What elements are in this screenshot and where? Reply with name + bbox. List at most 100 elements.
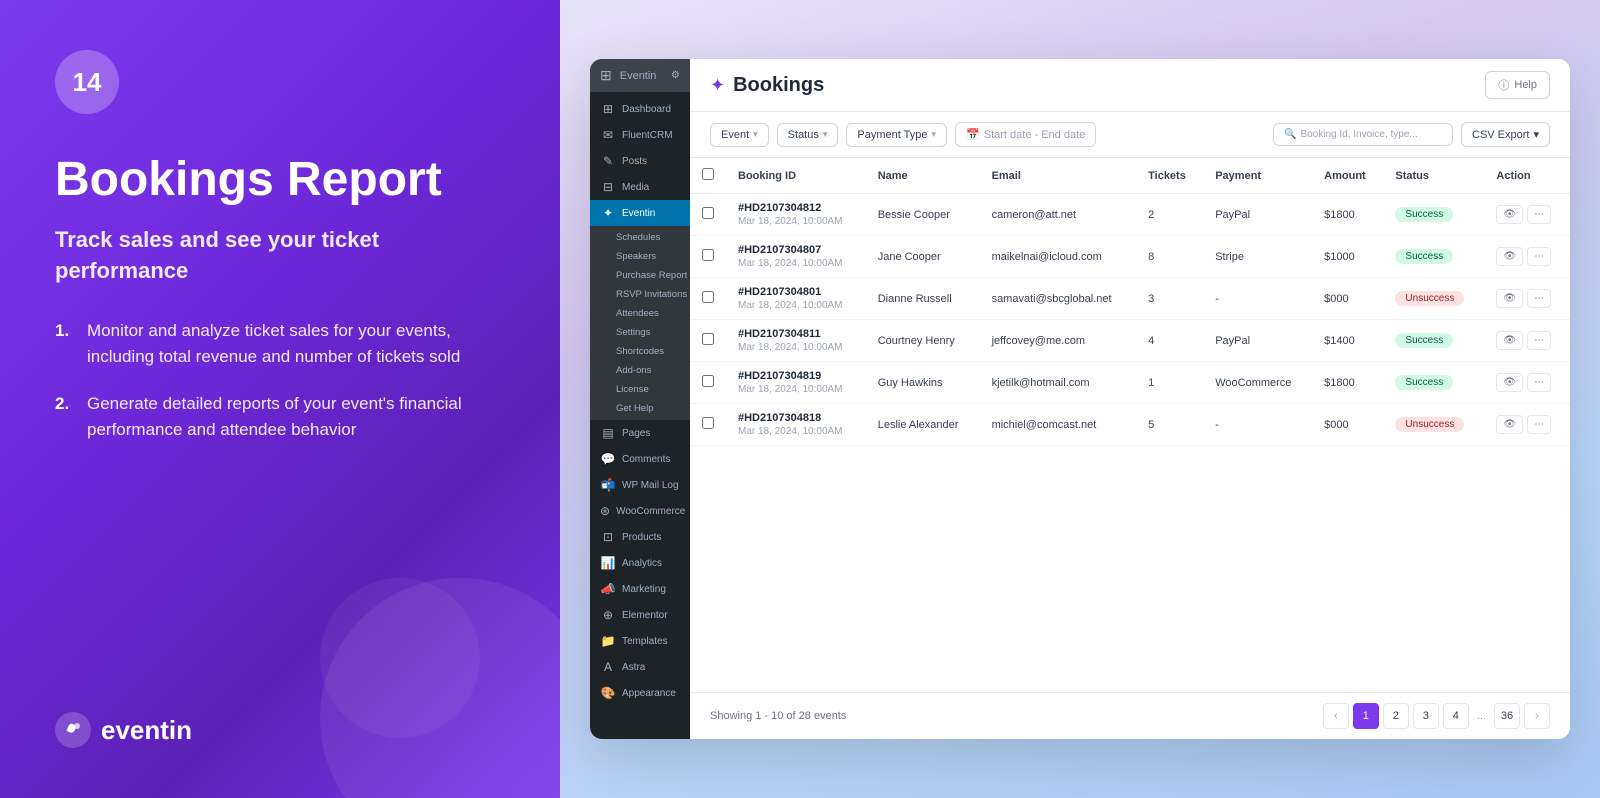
chevron-down-icon: ▾	[753, 129, 758, 140]
sidebar-item-dashboard[interactable]: ⊞ Dashboard	[590, 96, 690, 122]
submenu-purchase-report[interactable]: Purchase Report	[590, 266, 690, 285]
more-action-button[interactable]: ⋯	[1527, 247, 1551, 266]
row-checkbox[interactable]	[702, 207, 714, 219]
browser-window: ⊞ Eventin ⚙ ⊞ Dashboard ✉ FluentCRM ✎ Po…	[590, 59, 1570, 739]
row-checkbox[interactable]	[702, 291, 714, 303]
maillog-icon: 📬	[600, 478, 616, 492]
row-checkbox[interactable]	[702, 333, 714, 345]
view-action-button[interactable]: 👁	[1496, 247, 1523, 266]
sidebar-item-appearance[interactable]: 🎨 Appearance	[590, 680, 690, 706]
table-row: #HD2107304819 Mar 18, 2024, 10:00AM Guy …	[690, 362, 1570, 404]
row-checkbox[interactable]	[702, 417, 714, 429]
row-checkbox[interactable]	[702, 375, 714, 387]
search-placeholder: Booking Id, Invoice, type...	[1300, 129, 1417, 140]
submenu-schedules[interactable]: Schedules	[590, 228, 690, 247]
sidebar-item-label: Templates	[622, 636, 668, 647]
csv-export-button[interactable]: CSV Export ▾	[1461, 122, 1550, 147]
status-filter[interactable]: Status ▾	[777, 123, 839, 147]
sidebar-item-astra[interactable]: A Astra	[590, 654, 690, 680]
row-checkbox-cell	[690, 362, 726, 404]
more-action-button[interactable]: ⋯	[1527, 373, 1551, 392]
more-action-button[interactable]: ⋯	[1527, 331, 1551, 350]
left-panel: 14 Bookings Report Track sales and see y…	[0, 0, 560, 798]
page-3-button[interactable]: 3	[1413, 703, 1439, 729]
page-4-button[interactable]: 4	[1443, 703, 1469, 729]
sidebar-item-templates[interactable]: 📁 Templates	[590, 628, 690, 654]
prev-page-button[interactable]: ‹	[1323, 703, 1349, 729]
sidebar-item-pages[interactable]: ▤ Pages	[590, 420, 690, 446]
page-36-button[interactable]: 36	[1494, 703, 1520, 729]
row-email: samavati@sbcglobal.net	[980, 278, 1137, 320]
status-filter-label: Status	[788, 129, 819, 141]
sidebar-item-media[interactable]: ⊟ Media	[590, 174, 690, 200]
event-filter[interactable]: Event ▾	[710, 123, 769, 147]
more-action-button[interactable]: ⋯	[1527, 289, 1551, 308]
search-input-wrap[interactable]: 🔍 Booking Id, Invoice, type...	[1273, 123, 1453, 146]
main-title: Bookings Report	[55, 154, 505, 207]
page-1-button[interactable]: 1	[1353, 703, 1379, 729]
sidebar-item-label: Analytics	[622, 558, 662, 569]
sidebar-item-fluentcrm[interactable]: ✉ FluentCRM	[590, 122, 690, 148]
submenu-shortcodes[interactable]: Shortcodes	[590, 342, 690, 361]
payment-type-filter[interactable]: Payment Type ▾	[846, 123, 947, 147]
eventin-submenu: Schedules Speakers Purchase Report RSVP …	[590, 226, 690, 420]
view-action-button[interactable]: 👁	[1496, 415, 1523, 434]
sidebar-item-label: Astra	[622, 662, 645, 673]
submenu-gethelp[interactable]: Get Help	[590, 399, 690, 418]
row-amount: $1000	[1312, 236, 1383, 278]
select-all-header	[690, 158, 726, 194]
submenu-settings[interactable]: Settings	[590, 323, 690, 342]
view-action-button[interactable]: 👁	[1496, 373, 1523, 392]
view-action-button[interactable]: 👁	[1496, 331, 1523, 350]
sidebar-item-label: Appearance	[622, 688, 676, 699]
sidebar-item-label: Dashboard	[622, 104, 671, 115]
sidebar-item-products[interactable]: ⊡ Products	[590, 524, 690, 550]
submenu-license[interactable]: License	[590, 380, 690, 399]
select-all-checkbox[interactable]	[702, 168, 714, 180]
submenu-addons[interactable]: Add-ons	[590, 361, 690, 380]
more-action-button[interactable]: ⋯	[1527, 205, 1551, 224]
sidebar-item-eventin[interactable]: ✦ Eventin	[590, 200, 690, 226]
table-row: #HD2107304818 Mar 18, 2024, 10:00AM Lesl…	[690, 404, 1570, 446]
showing-text: Showing 1 - 10 of 28 events	[710, 710, 846, 722]
status-badge: Success	[1395, 207, 1453, 222]
sidebar-item-posts[interactable]: ✎ Posts	[590, 148, 690, 174]
row-action: 👁 ⋯	[1484, 236, 1570, 278]
row-payment: Stripe	[1203, 236, 1312, 278]
row-email: maikelnai@icloud.com	[980, 236, 1137, 278]
row-email: michiel@comcast.net	[980, 404, 1137, 446]
row-checkbox[interactable]	[702, 249, 714, 261]
sidebar-item-label: Marketing	[622, 584, 666, 595]
wp-sidebar: ⊞ Eventin ⚙ ⊞ Dashboard ✉ FluentCRM ✎ Po…	[590, 59, 690, 739]
view-action-button[interactable]: 👁	[1496, 205, 1523, 224]
chevron-down-icon: ▾	[1533, 128, 1539, 141]
pagination: ‹ 1 2 3 4 ... 36 ›	[1323, 703, 1550, 729]
submenu-speakers[interactable]: Speakers	[590, 247, 690, 266]
date-placeholder: Start date - End date	[984, 129, 1086, 141]
col-name: Name	[866, 158, 980, 194]
step-badge: 14	[55, 50, 119, 114]
sidebar-item-wpmaillog[interactable]: 📬 WP Mail Log	[590, 472, 690, 498]
submenu-rsvp[interactable]: RSVP Invitations	[590, 285, 690, 304]
comments-icon: 💬	[600, 452, 616, 466]
feature-item-1: Monitor and analyze ticket sales for you…	[55, 318, 505, 369]
row-tickets: 1	[1136, 362, 1203, 404]
row-name: Dianne Russell	[866, 278, 980, 320]
sidebar-item-label: WooCommerce	[616, 506, 685, 517]
submenu-attendees[interactable]: Attendees	[590, 304, 690, 323]
help-button[interactable]: ⓘ Help	[1485, 71, 1550, 99]
next-page-button[interactable]: ›	[1524, 703, 1550, 729]
row-amount: $000	[1312, 404, 1383, 446]
more-action-button[interactable]: ⋯	[1527, 415, 1551, 434]
brand-logo: eventin	[55, 712, 505, 748]
sidebar-item-comments[interactable]: 💬 Comments	[590, 446, 690, 472]
sidebar-item-woocommerce[interactable]: ⊛ WooCommerce	[590, 498, 690, 524]
view-action-button[interactable]: 👁	[1496, 289, 1523, 308]
sidebar-item-marketing[interactable]: 📣 Marketing	[590, 576, 690, 602]
page-2-button[interactable]: 2	[1383, 703, 1409, 729]
sidebar-item-elementor[interactable]: ⊕ Elementor	[590, 602, 690, 628]
table-container: Booking ID Name Email Tickets Payment Am…	[690, 158, 1570, 692]
sidebar-item-analytics[interactable]: 📊 Analytics	[590, 550, 690, 576]
top-bar: ✦ Bookings ⓘ Help	[690, 59, 1570, 112]
date-filter[interactable]: 📅 Start date - End date	[955, 122, 1096, 147]
